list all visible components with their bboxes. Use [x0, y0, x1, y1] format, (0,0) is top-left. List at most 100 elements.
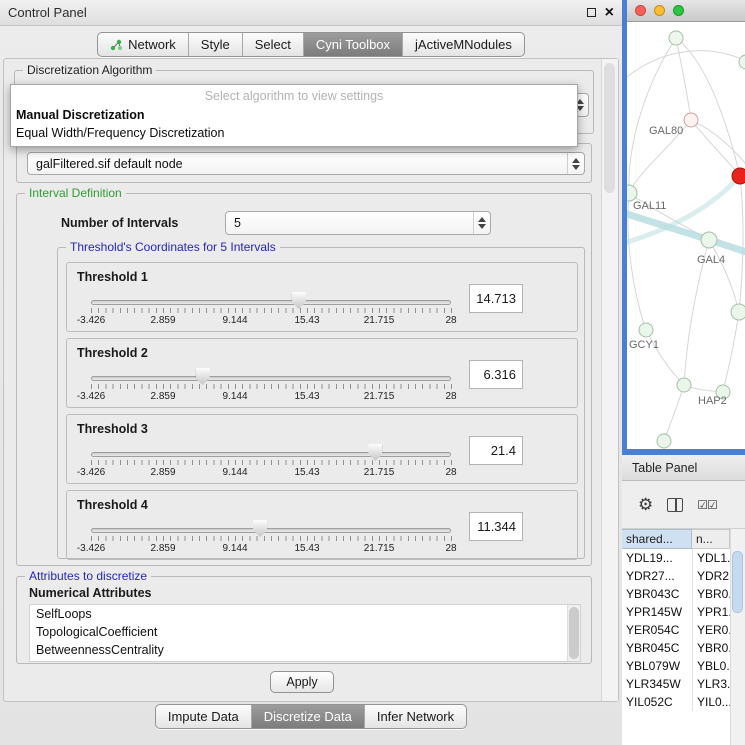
checkbox-icons[interactable]: ☑☑: [697, 498, 717, 512]
slider-handle[interactable]: [292, 292, 306, 309]
zoom-traffic-light-icon[interactable]: [673, 5, 684, 16]
tab-discretize-data[interactable]: Discretize Data: [251, 705, 364, 728]
tab-jactivemnodules[interactable]: jActiveMNodules: [402, 33, 524, 56]
table-row[interactable]: YDL19...YDL1...: [622, 549, 745, 567]
node-gal4[interactable]: [701, 232, 717, 248]
slider-ticks: [91, 384, 452, 389]
threshold-2-label: Threshold 2: [77, 346, 148, 360]
slider-track[interactable]: [91, 376, 451, 381]
threshold-4-value-field[interactable]: 11.344: [469, 512, 523, 541]
threshold-3-label: Threshold 3: [77, 422, 148, 436]
tab-infer-network[interactable]: Infer Network: [364, 705, 466, 728]
close-traffic-light-icon[interactable]: [635, 5, 646, 16]
apply-button[interactable]: Apply: [270, 671, 334, 693]
interval-definition-label: Interval Definition: [25, 186, 126, 200]
tick-label: 2.859: [150, 467, 175, 478]
node[interactable]: [657, 434, 671, 448]
table-data-combobox[interactable]: galFiltered.sif default node: [27, 152, 585, 175]
thresholds-group-label: Threshold's Coordinates for 5 Intervals: [66, 240, 280, 254]
list-item-topologicalcoefficient[interactable]: TopologicalCoefficient: [30, 623, 580, 641]
table-row[interactable]: YLR345WYLR3...: [622, 675, 745, 693]
tick-label: 15.43: [294, 391, 319, 402]
list-item-selfloops[interactable]: SelfLoops: [30, 605, 580, 623]
threshold-4-slider[interactable]: -3.426 2.859 9.144 15.43 21.715 28: [91, 519, 451, 555]
number-of-intervals-spinner[interactable]: 5: [225, 211, 491, 235]
slider-track[interactable]: [91, 528, 451, 533]
node-gcy1[interactable]: [639, 323, 653, 337]
threshold-3-slider[interactable]: -3.426 2.859 9.144 15.43 21.715 28: [91, 443, 451, 479]
network-nodes[interactable]: [627, 31, 745, 448]
float-window-icon[interactable]: [587, 8, 596, 17]
numerical-attributes-list: SelfLoops TopologicalCoefficient Between…: [29, 604, 581, 662]
list-scrollbar-thumb[interactable]: [569, 607, 579, 659]
tick-label: 9.144: [222, 391, 247, 402]
node-gal80[interactable]: [684, 113, 698, 127]
dropdown-placeholder: Select algorithm to view settings: [11, 87, 577, 106]
node-label-gal11: GAL11: [633, 200, 666, 212]
threshold-2-slider[interactable]: -3.426 2.859 9.144 15.43 21.715 28: [91, 367, 451, 403]
dropdown-option-equal-width[interactable]: Equal Width/Frequency Discretization: [11, 124, 577, 142]
minimize-traffic-light-icon[interactable]: [654, 5, 665, 16]
table-row[interactable]: YDR27...YDR2...: [622, 567, 745, 585]
table-row[interactable]: YPR145WYPR1...: [622, 603, 745, 621]
threshold-1-slider[interactable]: -3.426 2.859 9.144 15.43 21.715 28: [91, 291, 451, 327]
list-scrollbar[interactable]: [567, 605, 580, 661]
number-of-intervals-label: Number of Intervals: [61, 216, 178, 230]
window-title: Control Panel: [8, 5, 87, 20]
node[interactable]: [731, 304, 745, 320]
tick-label: -3.426: [77, 315, 105, 326]
slider-handle[interactable]: [196, 368, 210, 385]
threshold-3-value-field[interactable]: 21.4: [469, 436, 523, 465]
network-canvas[interactable]: GAL80 GAL11 GAL4 GCY1 HAP2: [627, 22, 745, 449]
slider-track[interactable]: [91, 452, 451, 457]
control-panel-window: Control Panel × Network Style Select Cyn…: [0, 0, 622, 745]
network-icon: [110, 39, 123, 51]
tab-cyni-toolbox[interactable]: Cyni Toolbox: [303, 33, 402, 56]
table-row[interactable]: YBR043CYBR0...: [622, 585, 745, 603]
node-table: shared... n... YDL19...YDL1... YDR27...Y…: [622, 529, 745, 745]
slider-ticks: [91, 460, 452, 465]
node-gal11[interactable]: [627, 185, 637, 201]
slider-handle[interactable]: [253, 520, 267, 537]
node-selected-red[interactable]: [732, 168, 745, 184]
close-icon[interactable]: ×: [605, 5, 614, 21]
column-header-name[interactable]: n...: [692, 529, 730, 549]
list-item-betweennesscentrality[interactable]: BetweennessCentrality: [30, 641, 580, 659]
table-row[interactable]: YER054CYER0...: [622, 621, 745, 639]
network-view-window: GAL80 GAL11 GAL4 GCY1 HAP2: [622, 0, 745, 455]
node[interactable]: [669, 31, 683, 45]
numerical-attributes-label: Numerical Attributes: [29, 586, 151, 600]
table-row[interactable]: YBL079WYBL0...: [622, 657, 745, 675]
tick-label: 15.43: [294, 315, 319, 326]
threshold-2-value-field[interactable]: 6.316: [469, 360, 523, 389]
table-row[interactable]: YBR045CYBR0...: [622, 639, 745, 657]
tick-label: 28: [445, 315, 456, 326]
network-thick-edges: [627, 176, 745, 254]
thresholds-group: Threshold's Coordinates for 5 Intervals …: [57, 247, 585, 559]
threshold-1-value-field[interactable]: 14.713: [469, 284, 523, 313]
slider-handle[interactable]: [368, 444, 382, 461]
tick-label: 21.715: [364, 315, 395, 326]
table-row[interactable]: YIL052CYIL0...: [622, 693, 745, 711]
gear-icon[interactable]: ⚙: [638, 496, 653, 513]
tick-label: -3.426: [77, 391, 105, 402]
tick-label: 15.43: [294, 467, 319, 478]
column-header-shared-name[interactable]: shared...: [622, 529, 692, 549]
table-columns-icon[interactable]: [667, 498, 683, 512]
panel-scrollbar-thumb[interactable]: [604, 63, 615, 193]
threshold-panel-3: Threshold 3 -3.426 2.859 9.144 15.43 21.…: [66, 414, 578, 484]
node[interactable]: [739, 55, 745, 69]
node[interactable]: [677, 378, 691, 392]
tick-label: -3.426: [77, 543, 105, 554]
table-scrollbar-thumb[interactable]: [732, 551, 743, 613]
tab-select[interactable]: Select: [242, 33, 303, 56]
threshold-panel-2: Threshold 2 -3.426 2.859 9.144 15.43 21.…: [66, 338, 578, 408]
tick-label: 2.859: [150, 315, 175, 326]
tab-network[interactable]: Network: [98, 33, 188, 56]
slider-track[interactable]: [91, 300, 451, 305]
tab-style[interactable]: Style: [188, 33, 242, 56]
tab-impute-data[interactable]: Impute Data: [156, 705, 251, 728]
dropdown-option-manual-discretization[interactable]: Manual Discretization: [11, 106, 577, 124]
slider-ticks: [91, 536, 452, 541]
threshold-4-label: Threshold 4: [77, 498, 148, 512]
